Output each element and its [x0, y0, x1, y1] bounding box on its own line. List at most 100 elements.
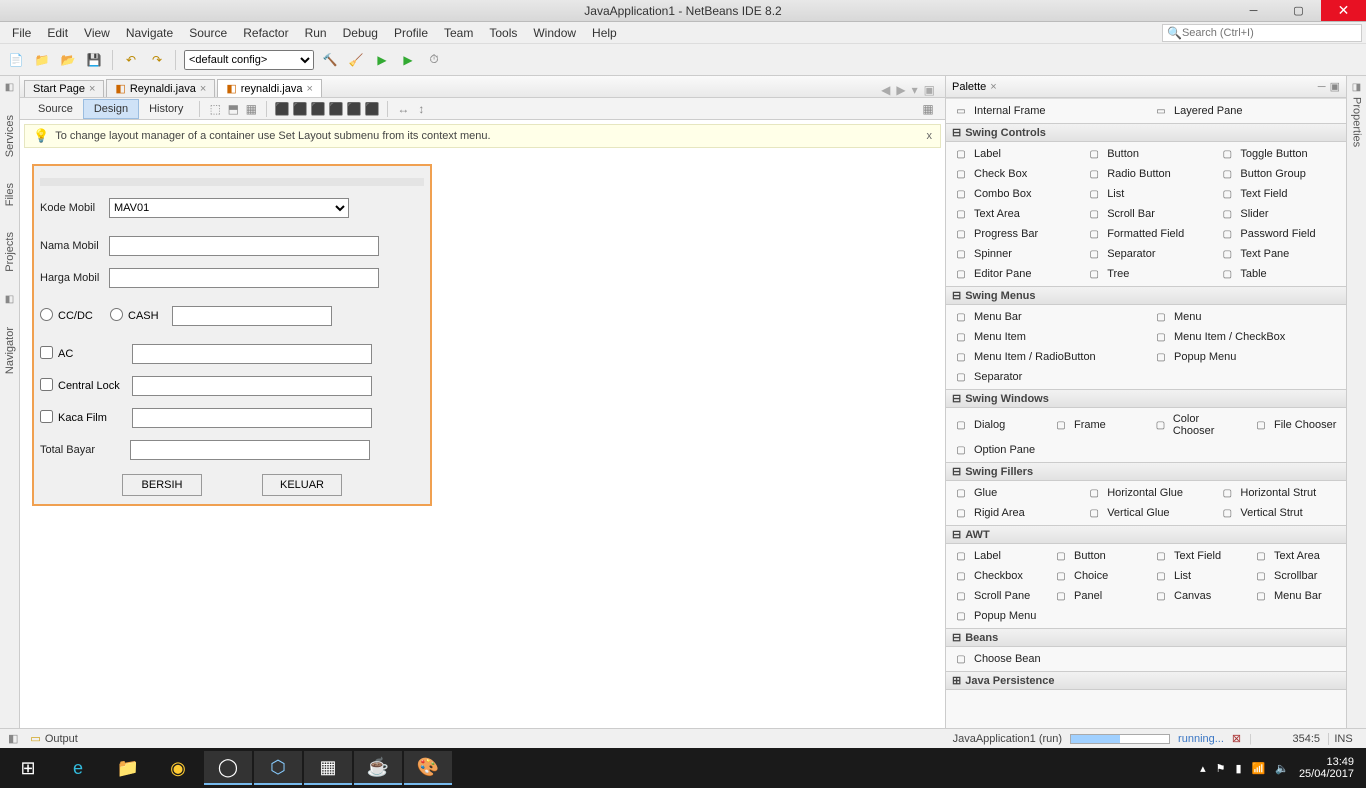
sidebar-tab-properties[interactable]: Properties — [1351, 93, 1363, 151]
explorer-icon[interactable]: 📁 — [104, 751, 152, 785]
palette-item[interactable]: ▢Popup Menu — [1146, 347, 1346, 367]
ie-icon[interactable]: e — [54, 751, 102, 785]
group-persistence[interactable]: ⊞Java Persistence — [946, 671, 1346, 690]
palette-item[interactable]: ▢Scrollbar — [1246, 566, 1346, 586]
connection-icon[interactable]: ⬒ — [224, 100, 242, 118]
dock-icon[interactable]: ▣ — [1330, 80, 1340, 93]
new-file-icon[interactable]: 📄 — [6, 50, 26, 70]
menu-tools[interactable]: Tools — [481, 24, 525, 42]
palette-item[interactable]: ▢Text Pane — [1212, 244, 1345, 264]
combo-kode[interactable]: MAV01 — [109, 198, 349, 218]
mode-history[interactable]: History — [139, 100, 193, 118]
close-icon[interactable]: × — [990, 81, 996, 93]
palette-item[interactable]: ▢Menu Item / RadioButton — [946, 347, 1146, 367]
palette-item[interactable]: ▢Progress Bar — [946, 224, 1079, 244]
group-swing-controls[interactable]: ⊟Swing Controls — [946, 123, 1346, 142]
align-top-icon[interactable]: ⬛ — [309, 100, 327, 118]
palette-item[interactable]: ▢Menu Bar — [946, 307, 1146, 327]
palette-item[interactable]: ▢Button — [1046, 546, 1146, 566]
align-left-icon[interactable]: ⬛ — [273, 100, 291, 118]
form-designer[interactable]: Kode Mobil MAV01 Nama Mobil Harga Mobil — [20, 152, 945, 728]
clean-build-icon[interactable]: 🧹 — [346, 50, 366, 70]
palette-item[interactable]: ▢Text Area — [946, 204, 1079, 224]
window-maximize-button[interactable]: ▢ — [1276, 0, 1321, 21]
aimp-icon[interactable]: ◉ — [154, 751, 202, 785]
group-awt[interactable]: ⊟AWT — [946, 525, 1346, 544]
paint-icon[interactable]: 🎨 — [404, 751, 452, 785]
palette-item[interactable]: ▢Text Area — [1246, 546, 1346, 566]
build-icon[interactable]: 🔨 — [320, 50, 340, 70]
system-clock[interactable]: 13:49 25/04/2017 — [1299, 756, 1354, 780]
tray-battery-icon[interactable]: ▮ — [1235, 762, 1241, 775]
input-kaca[interactable] — [132, 408, 372, 428]
palette-item[interactable]: ▢Horizontal Glue — [1079, 483, 1212, 503]
new-project-icon[interactable]: 📁 — [32, 50, 52, 70]
netbeans-icon[interactable]: ⬡ — [254, 751, 302, 785]
palette-item[interactable]: ▭Internal Frame — [946, 101, 1146, 121]
palette-item[interactable]: ▢Button — [1079, 144, 1212, 164]
group-swing-fillers[interactable]: ⊟Swing Fillers — [946, 462, 1346, 481]
tab-reynaldi-1[interactable]: ◧ Reynaldi.java × — [106, 79, 215, 97]
group-beans[interactable]: ⊟Beans — [946, 628, 1346, 647]
start-button[interactable]: ⊞ — [4, 751, 52, 785]
menu-view[interactable]: View — [76, 24, 118, 42]
palette-item[interactable]: ▢Glue — [946, 483, 1079, 503]
window-minimize-button[interactable]: ─ — [1231, 0, 1276, 21]
palette-item[interactable]: ▢File Chooser — [1246, 410, 1346, 440]
palette-item[interactable]: ▢Toggle Button — [1212, 144, 1345, 164]
palette-item[interactable]: ▢Text Field — [1146, 546, 1246, 566]
tab-list-icon[interactable]: ▾ — [912, 83, 918, 97]
align-center-h-icon[interactable]: ⬛ — [345, 100, 363, 118]
palette-item[interactable]: ▢Label — [946, 144, 1079, 164]
input-ac[interactable] — [132, 344, 372, 364]
input-total[interactable] — [130, 440, 370, 460]
sidebar-tab-projects[interactable]: Projects — [4, 228, 16, 276]
palette-item[interactable]: ▢Spinner — [946, 244, 1079, 264]
quick-search[interactable]: 🔍 — [1162, 24, 1362, 42]
open-icon[interactable]: 📂 — [58, 50, 78, 70]
tray-wifi-icon[interactable]: 📶 — [1252, 762, 1266, 775]
radio-ccdc[interactable] — [40, 308, 53, 321]
input-nama[interactable] — [109, 236, 379, 256]
close-icon[interactable]: × — [89, 83, 95, 95]
palette-item[interactable]: ▢Slider — [1212, 204, 1345, 224]
palette-item[interactable]: ▢Color Chooser — [1146, 410, 1246, 440]
restore-icon[interactable]: ◧ — [8, 732, 18, 745]
palette-item[interactable]: ▢Dialog — [946, 410, 1046, 440]
preview-icon[interactable]: ▦ — [242, 100, 260, 118]
palette-item[interactable]: ▢Canvas — [1146, 586, 1246, 606]
stop-icon[interactable]: ⊠ — [1232, 732, 1241, 745]
check-central[interactable] — [40, 378, 53, 391]
palette-item[interactable]: ▢Table — [1212, 264, 1345, 284]
palette-item[interactable]: ▢Menu — [1146, 307, 1346, 327]
profile-icon[interactable]: ⏱ — [424, 50, 444, 70]
palette-item[interactable]: ▢Option Pane — [946, 440, 1046, 460]
mode-source[interactable]: Source — [28, 100, 83, 118]
toggle-icon[interactable]: ▦ — [919, 100, 937, 118]
menu-window[interactable]: Window — [525, 24, 584, 42]
button-bersih[interactable]: BERSIH — [122, 474, 202, 496]
palette-item[interactable]: ▢Tree — [1079, 264, 1212, 284]
menu-team[interactable]: Team — [436, 24, 481, 42]
task-icon[interactable]: ▦ — [304, 751, 352, 785]
sidebar-tab-files[interactable]: Files — [4, 179, 16, 210]
align-bottom-icon[interactable]: ⬛ — [327, 100, 345, 118]
palette-item[interactable]: ▢Label — [946, 546, 1046, 566]
input-central[interactable] — [132, 376, 372, 396]
sidebar-tab-navigator[interactable]: Navigator — [4, 323, 16, 378]
palette-item[interactable]: ▢Radio Button — [1079, 164, 1212, 184]
palette-item[interactable]: ▢Panel — [1046, 586, 1146, 606]
align-right-icon[interactable]: ⬛ — [291, 100, 309, 118]
radio-cash[interactable] — [110, 308, 123, 321]
window-close-button[interactable]: ✕ — [1321, 0, 1366, 21]
menu-help[interactable]: Help — [584, 24, 625, 42]
palette-item[interactable]: ▢Editor Pane — [946, 264, 1079, 284]
mode-design[interactable]: Design — [83, 99, 139, 119]
sidebar-tab-services[interactable]: Services — [4, 111, 16, 161]
palette-item[interactable]: ▢Text Field — [1212, 184, 1345, 204]
palette-item[interactable]: ▢Menu Item / CheckBox — [1146, 327, 1346, 347]
input-pay[interactable] — [172, 306, 332, 326]
palette-item[interactable]: ▢Separator — [1079, 244, 1212, 264]
align-center-v-icon[interactable]: ⬛ — [363, 100, 381, 118]
palette-item[interactable]: ▢Frame — [1046, 410, 1146, 440]
